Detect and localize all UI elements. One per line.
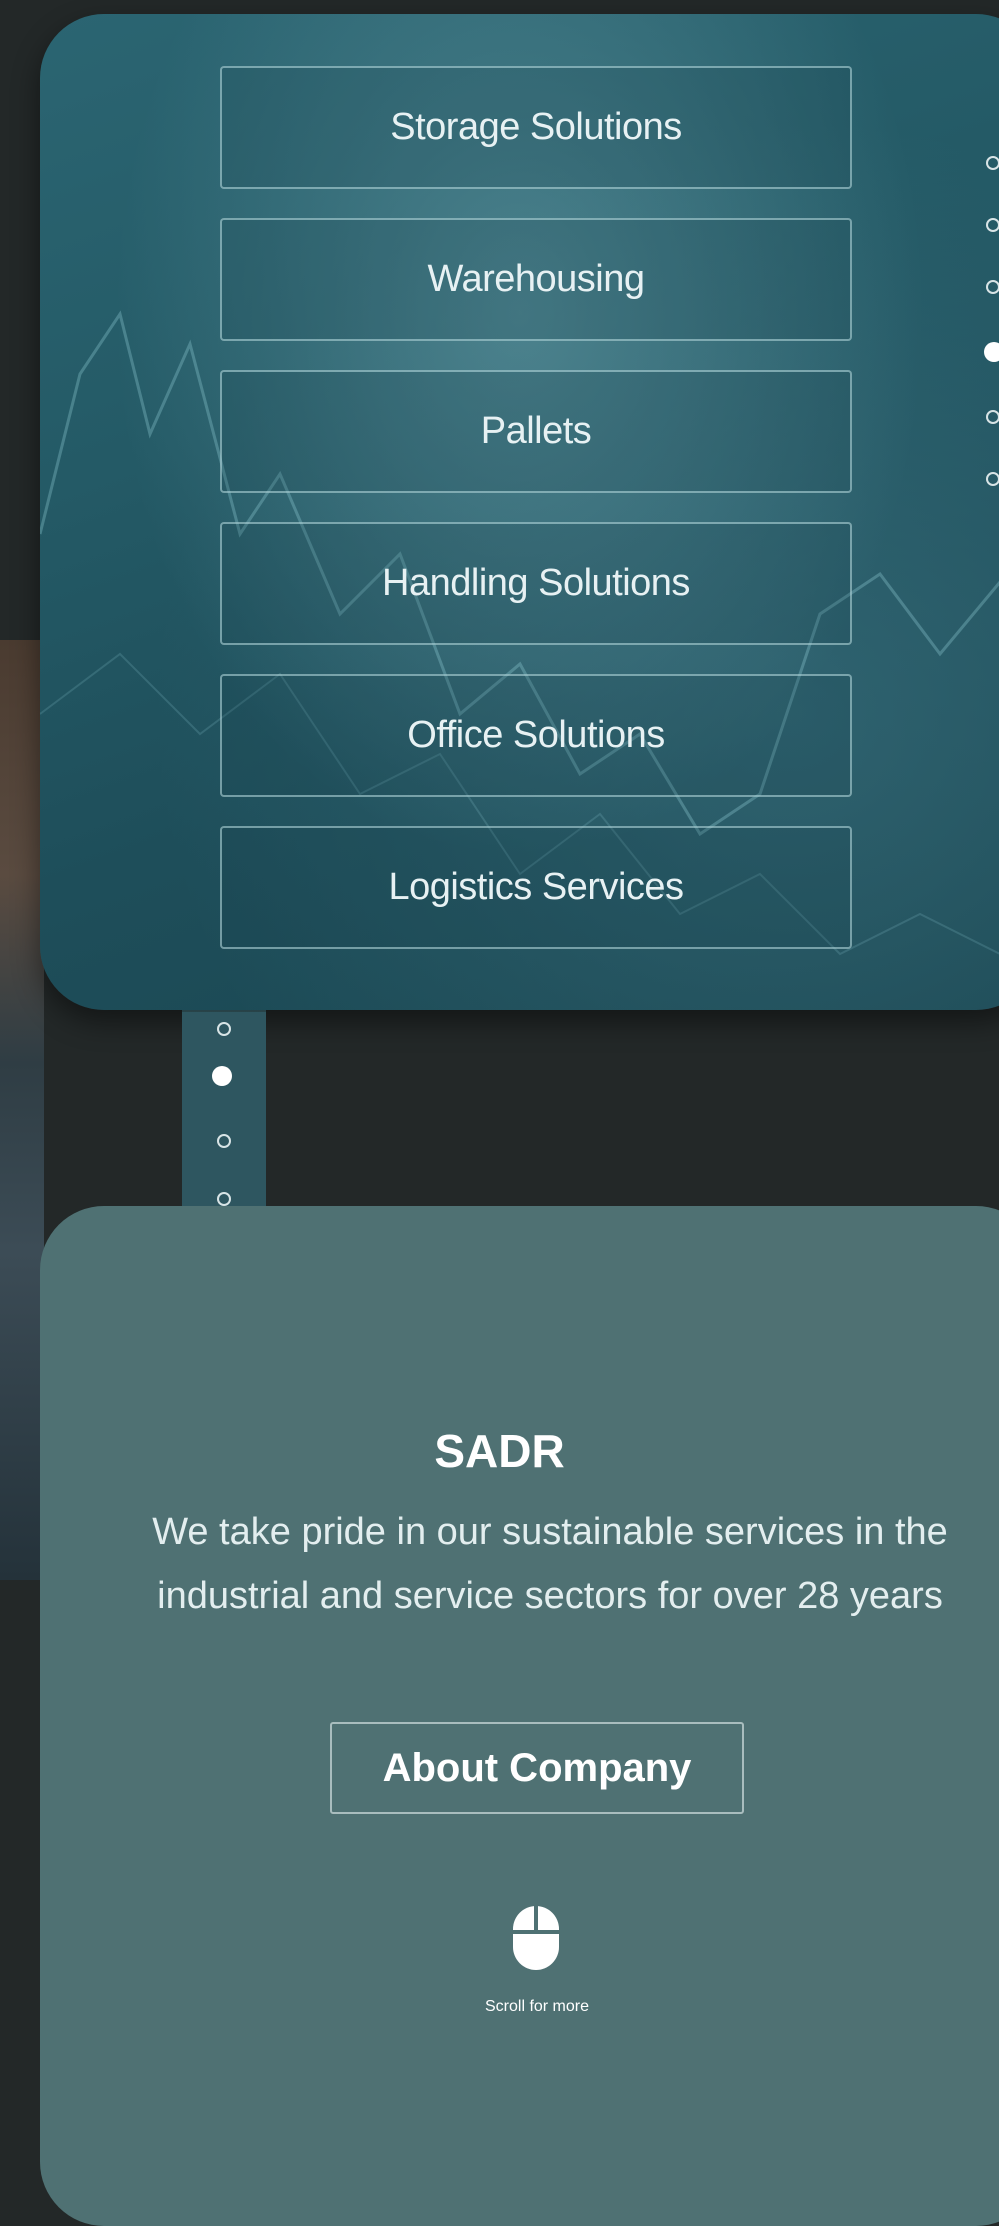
about-card: [40, 1206, 999, 2226]
pagination-dot-active[interactable]: [212, 1066, 232, 1086]
pagination-dot[interactable]: [986, 280, 999, 294]
menu-item-warehousing[interactable]: Warehousing: [220, 218, 852, 341]
menu-item-office-solutions[interactable]: Office Solutions: [220, 674, 852, 797]
company-description: We take pride in our sustainable service…: [152, 1511, 948, 1617]
pagination-dot[interactable]: [986, 472, 999, 486]
pagination-dot[interactable]: [217, 1192, 231, 1206]
pagination-dot[interactable]: [217, 1022, 231, 1036]
pagination-dot[interactable]: [217, 1134, 231, 1148]
about-company-button[interactable]: About Company: [330, 1722, 744, 1814]
pagination-dot[interactable]: [986, 218, 999, 232]
company-title: SADR: [434, 1425, 565, 1477]
pagination-dots-mid: [182, 1012, 266, 1208]
services-menu-list: Storage Solutions Warehousing Pallets Ha…: [220, 66, 852, 978]
services-menu-card: Storage Solutions Warehousing Pallets Ha…: [40, 14, 999, 1010]
menu-item-pallets[interactable]: Pallets: [220, 370, 852, 493]
mouse-icon: [513, 1906, 559, 1970]
pagination-dots-right: [984, 156, 999, 534]
scroll-hint: Scroll for more: [484, 1998, 590, 2015]
pagination-dot[interactable]: [986, 410, 999, 424]
pagination-dot[interactable]: [986, 156, 999, 170]
menu-item-handling-solutions[interactable]: Handling Solutions: [220, 522, 852, 645]
menu-item-storage-solutions[interactable]: Storage Solutions: [220, 66, 852, 189]
menu-item-logistics-services[interactable]: Logistics Services: [220, 826, 852, 949]
pagination-dot-active[interactable]: [984, 342, 999, 362]
